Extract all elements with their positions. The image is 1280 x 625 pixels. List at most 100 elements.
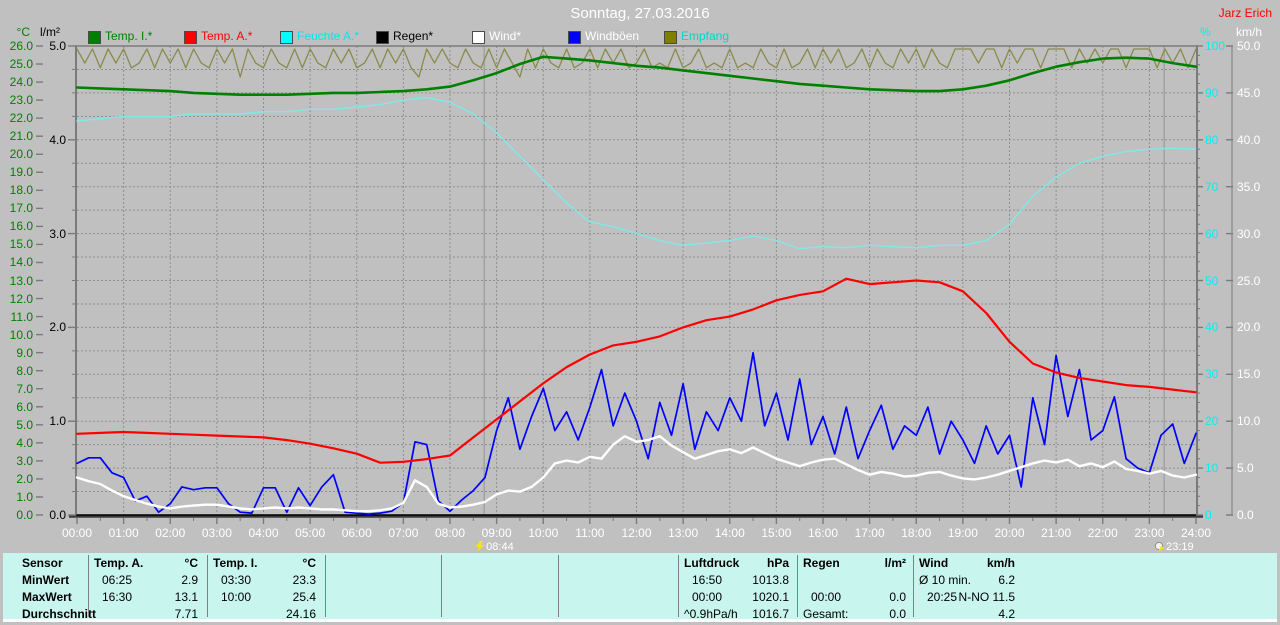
hour-label: 06:00 bbox=[341, 526, 372, 540]
percent-tick-label: 40 bbox=[1205, 320, 1219, 335]
stats-group-unit: km/h bbox=[986, 556, 1015, 570]
celsius-tick-label: 19.0 bbox=[9, 165, 33, 180]
stats-cell-value: 2.9 bbox=[181, 573, 198, 587]
kmh-tick-label: 0.0 bbox=[1237, 508, 1254, 522]
stats-cell-value: 4.2 bbox=[998, 607, 1015, 621]
hour-label: 23:00 bbox=[1134, 526, 1165, 540]
sun-marker-icon bbox=[475, 540, 485, 552]
hour-label: 13:00 bbox=[668, 526, 699, 540]
celsius-tick-label: 14.0 bbox=[9, 255, 33, 270]
hour-label: 24:00 bbox=[1180, 526, 1212, 540]
labels-layer: 26.0 25.0 24.0 23.0 22.0 21.0 20.0 19.0 18.0 17.0… bbox=[0, 0, 1280, 625]
percent-tick-label: 100 bbox=[1205, 39, 1226, 53]
stats-cell-value: 1013.8 bbox=[752, 573, 789, 587]
marker-time-label: 23:19 bbox=[1166, 541, 1194, 553]
kmh-tick-label: 45.0 bbox=[1237, 85, 1261, 100]
lm2-tick-label: 5.0 bbox=[49, 39, 66, 53]
percent-tick-label: 70 bbox=[1205, 179, 1219, 194]
stats-column-separator bbox=[678, 555, 679, 617]
stats-row-label: Durchschnitt bbox=[22, 607, 97, 621]
stats-cell-value: N-NO 11.5 bbox=[958, 590, 1015, 604]
stats-column-separator bbox=[441, 555, 442, 617]
hour-label: 15:00 bbox=[761, 526, 792, 540]
kmh-tick-label: 5.0 bbox=[1237, 461, 1254, 476]
stats-cell-value: 6.2 bbox=[998, 573, 1015, 587]
stats-column-separator bbox=[913, 555, 914, 617]
stats-group-unit: hPa bbox=[766, 556, 789, 570]
stats-group-unit: °C bbox=[184, 556, 198, 570]
hour-label: 01:00 bbox=[108, 526, 139, 540]
celsius-tick-label: 11.0 bbox=[10, 309, 33, 324]
hour-label: 12:00 bbox=[621, 526, 652, 540]
celsius-tick-label: 24.0 bbox=[9, 75, 33, 90]
percent-tick-label: 0 bbox=[1205, 508, 1212, 522]
celsius-tick-label: 9.0 bbox=[16, 345, 33, 360]
celsius-tick-label: 23.0 bbox=[9, 93, 33, 108]
hour-label: 17:00 bbox=[854, 526, 885, 540]
stats-group-unit: °C bbox=[302, 556, 316, 570]
stats-cell-value: 7.71 bbox=[174, 607, 198, 621]
celsius-tick-label: 3.0 bbox=[16, 453, 33, 468]
hour-label: 04:00 bbox=[248, 526, 279, 540]
kmh-tick-label: 40.0 bbox=[1237, 132, 1261, 147]
marker-time-label: 08:44 bbox=[486, 541, 514, 553]
kmh-tick-label: 25.0 bbox=[1237, 273, 1261, 288]
kmh-tick-label: 50.0 bbox=[1237, 39, 1261, 53]
weather-station-day-chart: Sonntag, 27.03.2016 Jarz Erich °C l/m² %… bbox=[0, 0, 1280, 625]
celsius-tick-label: 13.0 bbox=[9, 273, 33, 288]
lm2-tick-label: 3.0 bbox=[49, 226, 66, 241]
celsius-tick-label: 4.0 bbox=[16, 435, 33, 450]
celsius-tick-label: 21.0 bbox=[9, 129, 33, 144]
celsius-tick-label: 12.0 bbox=[9, 291, 33, 306]
celsius-tick-label: 20.0 bbox=[9, 147, 33, 162]
hour-label: 08:00 bbox=[434, 526, 466, 540]
percent-tick-label: 30 bbox=[1205, 367, 1219, 382]
stats-group-unit: l/m² bbox=[884, 556, 906, 570]
lm2-tick-label: 4.0 bbox=[49, 132, 66, 147]
percent-tick-label: 50 bbox=[1205, 273, 1219, 288]
kmh-tick-label: 30.0 bbox=[1237, 226, 1261, 241]
hour-label: 18:00 bbox=[901, 526, 932, 540]
stats-column-separator bbox=[558, 555, 559, 617]
stats-cell-value: 25.4 bbox=[292, 590, 316, 604]
lm2-tick-label: 1.0 bbox=[49, 414, 66, 429]
stats-column-separator bbox=[207, 555, 208, 617]
percent-tick-label: 60 bbox=[1205, 226, 1219, 241]
celsius-tick-label: 5.0 bbox=[16, 417, 33, 432]
stats-column-separator bbox=[325, 555, 326, 617]
lm2-tick-label: 2.0 bbox=[49, 320, 66, 335]
kmh-tick-label: 20.0 bbox=[1237, 320, 1261, 335]
moon-marker-icon bbox=[1155, 540, 1165, 552]
hour-label: 21:00 bbox=[1041, 526, 1072, 540]
stats-column-separator bbox=[797, 555, 798, 617]
stats-cell-value: 23.3 bbox=[292, 573, 316, 587]
celsius-tick-label: 22.0 bbox=[9, 111, 33, 126]
stats-column-separator bbox=[88, 555, 89, 617]
hour-label: 19:00 bbox=[947, 526, 978, 540]
stats-row-label: MaxWert bbox=[22, 590, 72, 604]
celsius-tick-label: 15.0 bbox=[9, 237, 33, 252]
hour-label: 20:00 bbox=[994, 526, 1025, 540]
stats-cell-value: 1016.7 bbox=[752, 607, 789, 621]
hour-label: 16:00 bbox=[807, 526, 839, 540]
celsius-tick-label: 0.0 bbox=[16, 508, 33, 522]
kmh-tick-label: 15.0 bbox=[1237, 367, 1261, 382]
stats-cell-value: 24.16 bbox=[285, 607, 316, 621]
stats-cell-value: 1020.1 bbox=[752, 590, 789, 604]
hour-label: 05:00 bbox=[295, 526, 326, 540]
percent-tick-label: 10 bbox=[1205, 461, 1219, 476]
hour-label: 09:00 bbox=[481, 526, 512, 540]
celsius-tick-label: 2.0 bbox=[16, 471, 33, 486]
celsius-tick-label: 25.0 bbox=[9, 57, 33, 72]
kmh-tick-label: 35.0 bbox=[1237, 179, 1261, 194]
celsius-tick-label: 6.0 bbox=[16, 399, 33, 414]
celsius-tick-label: 7.0 bbox=[16, 381, 33, 396]
celsius-tick-label: 1.0 bbox=[16, 489, 33, 504]
stats-row-label: Sensor bbox=[22, 556, 63, 570]
stats-cell-value: 0.0 bbox=[889, 590, 906, 604]
celsius-tick-label: 26.0 bbox=[9, 39, 33, 53]
stats-row-label: MinWert bbox=[22, 573, 70, 587]
hour-label: 07:00 bbox=[388, 526, 419, 540]
hour-label: 02:00 bbox=[155, 526, 186, 540]
stats-cell-value: 13.1 bbox=[174, 590, 198, 604]
